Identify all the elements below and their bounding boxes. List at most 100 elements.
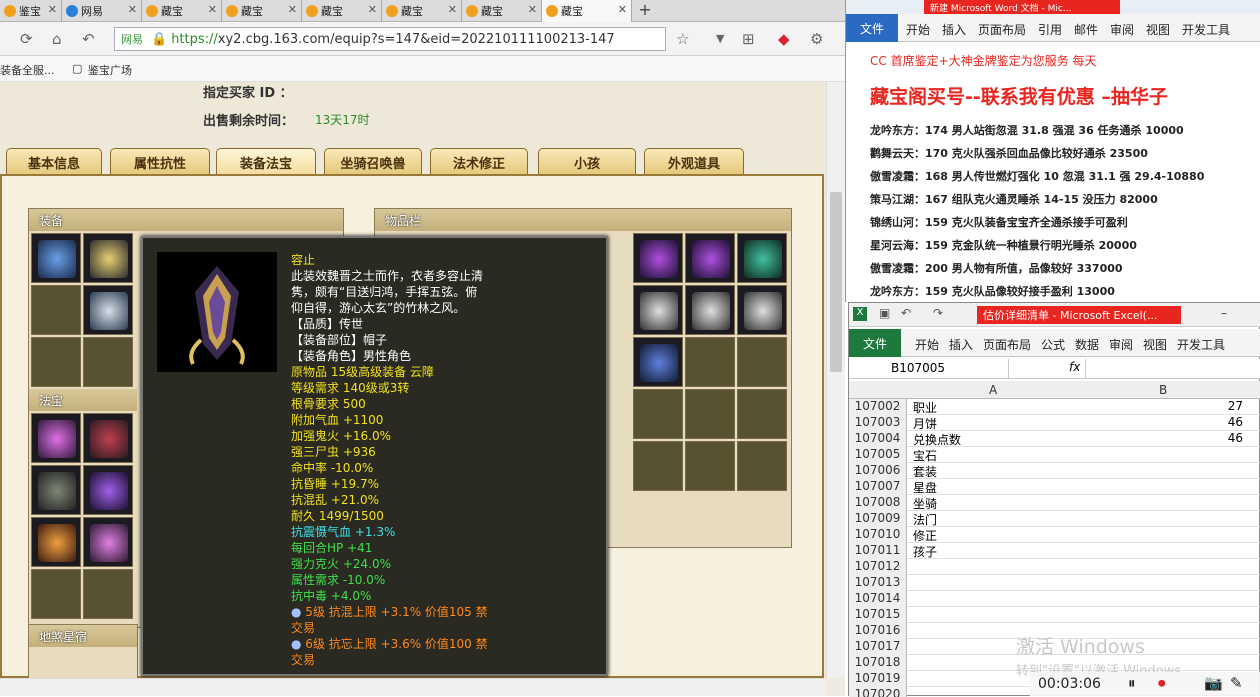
row-number[interactable]: 107007 (849, 479, 907, 495)
browser-tab[interactable]: 藏宝 ✕ (142, 0, 222, 22)
close-tab-icon[interactable]: ✕ (448, 3, 457, 16)
item-slot[interactable] (737, 441, 787, 491)
col-header-b[interactable]: B (1159, 383, 1167, 397)
browser-tab[interactable]: 藏宝 ✕ (462, 0, 542, 22)
row-number[interactable]: 107017 (849, 639, 907, 655)
fabao-slot[interactable] (31, 465, 81, 515)
item-slot[interactable] (737, 285, 787, 335)
camera-icon[interactable]: 📷 (1204, 674, 1223, 692)
tab-equip-fabao[interactable]: 装备法宝 (216, 148, 316, 174)
excel-ribbon-tab[interactable]: 开始 (915, 336, 939, 353)
close-tab-icon[interactable]: ✕ (618, 3, 627, 16)
item-slot[interactable] (737, 233, 787, 283)
sheet-row[interactable]: 107012 (849, 559, 1260, 575)
fabao-slot[interactable] (31, 517, 81, 567)
item-slot[interactable] (737, 389, 787, 439)
equip-slot[interactable] (31, 233, 81, 283)
close-tab-icon[interactable]: ✕ (128, 3, 137, 16)
row-number[interactable]: 107016 (849, 623, 907, 639)
equip-slot[interactable] (31, 337, 81, 387)
scroll-thumb[interactable] (830, 192, 842, 372)
row-number[interactable]: 107018 (849, 655, 907, 671)
excel-ribbon-tab[interactable]: 插入 (949, 336, 973, 353)
tab-appearance[interactable]: 外观道具 (644, 148, 744, 174)
item-slot[interactable] (633, 233, 683, 283)
cell-b[interactable]: 46 (1228, 431, 1243, 445)
tools-icon[interactable]: ⚙ (810, 30, 823, 48)
cell-a[interactable]: 套装 (913, 463, 937, 480)
sheet-row[interactable]: 107014 (849, 591, 1260, 607)
row-number[interactable]: 107014 (849, 591, 907, 607)
close-tab-icon[interactable]: ✕ (48, 3, 57, 16)
row-number[interactable]: 107002 (849, 399, 907, 415)
row-number[interactable]: 107012 (849, 559, 907, 575)
item-slot[interactable] (633, 285, 683, 335)
sheet-row[interactable]: 107003 月饼 46 (849, 415, 1260, 431)
browser-tab[interactable]: 鉴宝 ✕ (0, 0, 62, 22)
sheet-row[interactable]: 107013 (849, 575, 1260, 591)
cell-a[interactable]: 修正 (913, 527, 937, 544)
close-tab-icon[interactable]: ✕ (528, 3, 537, 16)
row-number[interactable]: 107009 (849, 511, 907, 527)
fabao-slot[interactable] (83, 569, 133, 619)
row-number[interactable]: 107008 (849, 495, 907, 511)
browser-tab[interactable]: 网易 ✕ (62, 0, 142, 22)
close-tab-icon[interactable]: ✕ (288, 3, 297, 16)
sheet-row[interactable]: 107004 兑换点数 46 (849, 431, 1260, 447)
cell-a[interactable]: 兑换点数 (913, 431, 961, 448)
item-slot[interactable] (633, 389, 683, 439)
item-slot[interactable] (685, 285, 735, 335)
stop-icon[interactable]: ⏺ (1158, 674, 1166, 692)
fabao-slot[interactable] (83, 517, 133, 567)
cell-a[interactable]: 月饼 (913, 415, 937, 432)
dropdown-icon[interactable]: ▼ (716, 32, 724, 45)
sheet-row[interactable]: 107010 修正 (849, 527, 1260, 543)
row-number[interactable]: 107004 (849, 431, 907, 447)
item-slot[interactable] (685, 337, 735, 387)
equip-slot[interactable] (31, 285, 81, 335)
vertical-scrollbar[interactable] (826, 82, 845, 678)
fabao-slot[interactable] (31, 569, 81, 619)
word-ribbon-tab[interactable]: 插入 (942, 21, 966, 38)
star-icon[interactable]: ☆ (676, 30, 689, 48)
browser-tab-active[interactable]: 藏宝 ✕ (542, 0, 632, 22)
row-number[interactable]: 107019 (849, 671, 907, 687)
sheet-row[interactable]: 107005 宝石 (849, 447, 1260, 463)
new-tab-button[interactable]: + (634, 0, 656, 22)
sheet-row[interactable]: 107011 孩子 (849, 543, 1260, 559)
cell-a[interactable]: 星盘 (913, 479, 937, 496)
bookmark-item[interactable]: 装备全服... (0, 62, 55, 78)
reload-icon[interactable]: ⟳ (20, 30, 33, 48)
excel-ribbon-tab[interactable]: 数据 (1075, 336, 1099, 353)
equip-slot[interactable] (83, 233, 133, 283)
sheet-row[interactable]: 107009 法门 (849, 511, 1260, 527)
sheet-row[interactable]: 107007 星盘 (849, 479, 1260, 495)
cell-a[interactable]: 职业 (913, 399, 937, 416)
row-number[interactable]: 107010 (849, 527, 907, 543)
cell-a[interactable]: 宝石 (913, 447, 937, 464)
cell-a[interactable]: 坐骑 (913, 495, 937, 512)
item-slot[interactable] (685, 389, 735, 439)
browser-tab[interactable]: 藏宝 ✕ (382, 0, 462, 22)
excel-ribbon-tab[interactable]: 开发工具 (1177, 336, 1225, 353)
word-ribbon-tab[interactable]: 开发工具 (1182, 21, 1230, 38)
tab-basic-info[interactable]: 基本信息 (6, 148, 102, 174)
word-ribbon-tab[interactable]: 开始 (906, 21, 930, 38)
fabao-slot[interactable] (83, 413, 133, 463)
fabao-slot[interactable] (83, 465, 133, 515)
sheet-row[interactable]: 107015 (849, 607, 1260, 623)
excel-ribbon-tab[interactable]: 页面布局 (983, 336, 1031, 353)
undo-icon[interactable]: ↶ (901, 306, 911, 320)
sheet-row[interactable]: 107002 职业 27 (849, 399, 1260, 415)
excel-file-tab[interactable]: 文件 (849, 329, 901, 357)
word-ribbon-tab[interactable]: 页面布局 (978, 21, 1026, 38)
equip-slot[interactable] (83, 285, 133, 335)
word-ribbon-tab[interactable]: 视图 (1146, 21, 1170, 38)
word-ribbon-tab[interactable]: 审阅 (1110, 21, 1134, 38)
tab-child[interactable]: 小孩 (538, 148, 636, 174)
tab-spell-fix[interactable]: 法术修正 (430, 148, 528, 174)
grid-icon[interactable]: ⊞ (742, 30, 755, 48)
pause-icon[interactable]: ⏸ (1128, 674, 1136, 692)
pen-icon[interactable]: ✎ (1230, 674, 1243, 692)
cell-b[interactable]: 27 (1228, 399, 1243, 413)
